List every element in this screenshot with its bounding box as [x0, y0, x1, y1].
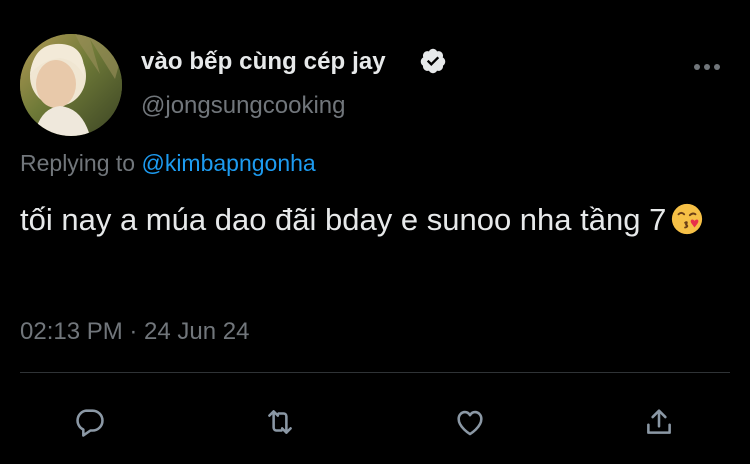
author-handle[interactable]: @jongsungcooking — [141, 92, 346, 120]
replying-to-label: Replying to — [20, 150, 136, 176]
retweet-button[interactable] — [258, 400, 302, 444]
more-options-icon[interactable] — [690, 54, 724, 80]
reply-icon — [76, 409, 104, 437]
face-blowing-a-kiss-icon — [672, 203, 703, 235]
reply-mention-link[interactable]: @kimbapngonha — [141, 150, 315, 176]
reply-button[interactable] — [67, 400, 111, 444]
author-display-name[interactable]: vào bếp cùng cép jay — [141, 48, 386, 76]
tweet-text-container: tối nay a múa dao đãi bday e sunoo nha t… — [20, 196, 735, 244]
tweet-timestamp[interactable]: 02:13 PM · 24 Jun 24 — [20, 318, 249, 346]
share-button[interactable] — [637, 400, 681, 444]
verified-badge-icon — [420, 48, 446, 74]
tweet-card: vào bếp cùng cép jay @jongsungcooking Re… — [0, 0, 750, 464]
divider — [20, 372, 730, 373]
avatar[interactable] — [20, 34, 122, 136]
like-button[interactable] — [448, 400, 492, 444]
retweet-icon — [268, 410, 292, 434]
replying-to-line: Replying to @kimbapngonha — [20, 150, 316, 177]
share-icon — [647, 409, 671, 434]
heart-icon — [457, 410, 483, 436]
tweet-text: tối nay a múa dao đãi bday e sunoo nha t… — [20, 202, 667, 237]
